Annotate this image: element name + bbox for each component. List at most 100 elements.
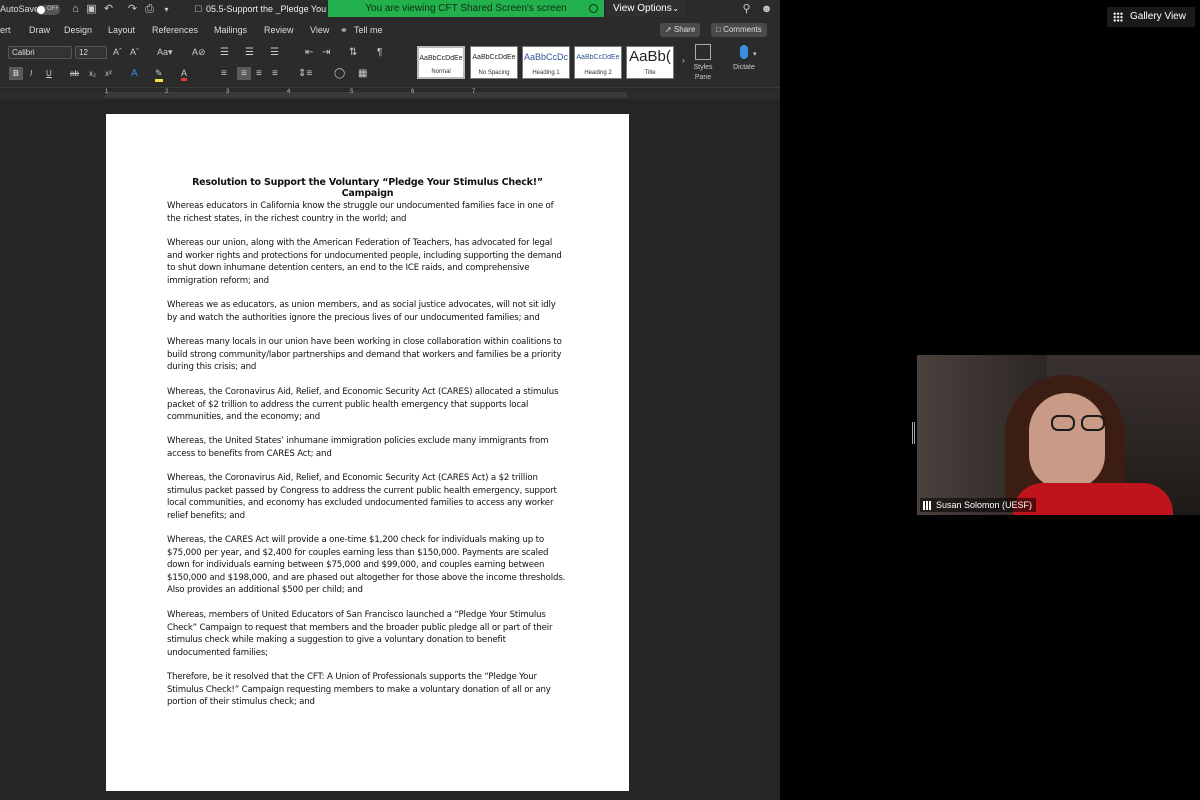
gallery-view-button[interactable]: Gallery View (1107, 7, 1195, 27)
participant-face (1029, 393, 1105, 489)
bold-button[interactable]: B (9, 67, 23, 80)
show-formatting-icon[interactable]: ¶ (377, 47, 382, 58)
style-title[interactable]: AaBb( Title (626, 46, 674, 79)
grid-icon (1113, 12, 1123, 22)
borders-icon[interactable]: ▦ (358, 68, 367, 79)
document-paragraph: Therefore, be it resolved that the CFT: … (167, 672, 551, 707)
tab-mailings[interactable]: Mailings (214, 25, 247, 35)
autosave-toggle[interactable]: OFF (36, 5, 60, 15)
style-no-spacing[interactable]: AaBbCcDdEe No Spacing (470, 46, 518, 79)
horizontal-ruler[interactable]: 1 2 3 4 5 6 7 (0, 89, 780, 100)
ruler-number: 2 (165, 89, 169, 95)
document-paragraph: Whereas, the Coronavirus Aid, Relief, an… (167, 387, 559, 422)
multilevel-list-icon[interactable]: ☰ (270, 47, 279, 58)
font-family-select[interactable]: Calibri (8, 46, 72, 59)
shared-screen: AutoSave OFF ⌂ ▣ ↶ ↷ ⎙ ▾ □ 05.5-Support … (0, 0, 780, 800)
panel-resize-handle[interactable] (912, 422, 915, 444)
strikethrough-button[interactable]: ab (70, 69, 79, 78)
superscript-button[interactable]: x² (105, 69, 112, 78)
participant-name-tag: Susan Solomon (UESF) (920, 498, 1037, 512)
document-paragraph: Whereas educators in California know the… (167, 201, 554, 224)
align-left-icon[interactable]: ≡ (221, 68, 227, 79)
style-heading-1[interactable]: AaBbCcDc Heading 1 (522, 46, 570, 79)
clear-formatting-icon[interactable]: A⊘ (192, 47, 206, 58)
document-paragraph: Whereas we as educators, as union member… (167, 300, 556, 323)
styles-pane-button[interactable]: Styles Pane (690, 44, 716, 82)
ribbon-tabs: ert Draw Design Layout References Mailin… (0, 19, 780, 40)
view-options-button[interactable]: View Options ⌄ (606, 0, 686, 17)
font-color-icon[interactable]: A (181, 68, 188, 81)
tab-draw[interactable]: Draw (29, 25, 50, 35)
subscript-button[interactable]: x₂ (89, 69, 96, 78)
ruler-number: 3 (226, 89, 230, 95)
document-paragraph: Whereas, the Coronavirus Aid, Relief, an… (167, 473, 557, 521)
share-banner-text: You are viewing CFT Shared Screen's scre… (365, 3, 567, 14)
ruler-number: 6 (411, 89, 415, 95)
ruler-number: 5 (350, 89, 354, 95)
participant-video-tile[interactable]: Susan Solomon (UESF) (917, 355, 1200, 515)
undo-icon[interactable]: ↶ (102, 3, 115, 16)
share-icon: ➚ (665, 25, 674, 34)
glasses-icon (1051, 415, 1107, 431)
customize-toolbar-icon[interactable]: ▾ (160, 3, 173, 16)
decrease-indent-icon[interactable]: ⇤ (305, 47, 313, 58)
save-icon[interactable]: ▣ (85, 3, 98, 16)
comment-icon: □ (716, 25, 724, 34)
tab-references[interactable]: References (152, 25, 198, 35)
document-title-heading: Resolution to Support the Voluntary “Ple… (192, 177, 543, 199)
tab-design[interactable]: Design (64, 25, 92, 35)
account-icon[interactable]: ☻ (760, 3, 773, 16)
share-button[interactable]: ➚ Share (660, 23, 701, 37)
align-right-icon[interactable]: ≡ (256, 68, 262, 79)
document-icon: □ (195, 3, 202, 15)
style-normal[interactable]: AaBbCcDdEe Normal (417, 46, 465, 79)
text-effects-icon[interactable]: A (131, 68, 138, 79)
highlight-icon[interactable]: ✎ (155, 68, 163, 82)
line-spacing-icon[interactable]: ⇕≡ (298, 68, 312, 79)
shading-icon[interactable]: ◯ (334, 68, 345, 79)
document-paragraph: Whereas our union, along with the Americ… (167, 238, 562, 286)
increase-indent-icon[interactable]: ⇥ (322, 47, 330, 58)
styles-more-icon[interactable]: › (682, 56, 685, 65)
numbering-icon[interactable]: ☰ (245, 47, 254, 58)
ruler-number: 1 (105, 89, 109, 95)
document-paragraph: Whereas, the CARES Act will provide a on… (167, 535, 566, 595)
grow-font-icon[interactable]: Aˆ (113, 47, 122, 57)
sort-icon[interactable]: ⇅ (349, 47, 357, 58)
lightbulb-icon: ⚭ (340, 25, 348, 35)
shrink-font-icon[interactable]: Aˇ (130, 47, 139, 57)
tab-insert[interactable]: ert (0, 25, 11, 35)
bullets-icon[interactable]: ☰ (220, 47, 229, 58)
style-heading-2[interactable]: AaBbCcDdEe Heading 2 (574, 46, 622, 79)
align-center-icon[interactable]: ≡ (237, 67, 251, 80)
participant-shirt (1013, 483, 1173, 515)
tab-review[interactable]: Review (264, 25, 294, 35)
screen-share-banner: You are viewing CFT Shared Screen's scre… (328, 0, 604, 17)
tab-layout[interactable]: Layout (108, 25, 135, 35)
signal-strength-icon (923, 501, 933, 510)
italic-button[interactable]: I (30, 69, 32, 78)
comments-button[interactable]: □ Comments (711, 23, 767, 37)
change-case-icon[interactable]: Aa▾ (157, 47, 173, 58)
document-paragraph: Whereas, the United States’ inhumane imm… (167, 436, 549, 459)
tab-view[interactable]: View (310, 25, 329, 35)
search-icon[interactable]: ⚲ (740, 3, 753, 16)
document-paragraph: Whereas, members of United Educators of … (167, 610, 553, 658)
share-status-icon (589, 4, 598, 13)
underline-button[interactable]: U (46, 69, 52, 78)
home-icon[interactable]: ⌂ (69, 3, 82, 16)
print-icon[interactable]: ⎙ (143, 3, 156, 16)
ruler-number: 4 (287, 89, 291, 95)
dictate-chevron-icon[interactable]: ▾ (753, 50, 757, 58)
justify-icon[interactable]: ≡ (272, 68, 278, 79)
redo-icon[interactable]: ↷ (126, 3, 139, 16)
document-page[interactable]: Resolution to Support the Voluntary “Ple… (106, 114, 629, 791)
view-options-label: View Options (613, 3, 672, 14)
document-paragraph: Whereas many locals in our union have be… (167, 337, 562, 372)
tell-me-field[interactable]: Tell me (354, 25, 383, 35)
autosave-label: AutoSave (0, 4, 40, 14)
home-ribbon: Calibri 12 Aˆ Aˇ Aa▾ A⊘ B I U ab x₂ x² A… (0, 40, 780, 88)
font-size-select[interactable]: 12 (75, 46, 107, 59)
document-title: 05.5-Support the _Pledge You (206, 4, 327, 14)
styles-pane-icon (695, 44, 711, 60)
